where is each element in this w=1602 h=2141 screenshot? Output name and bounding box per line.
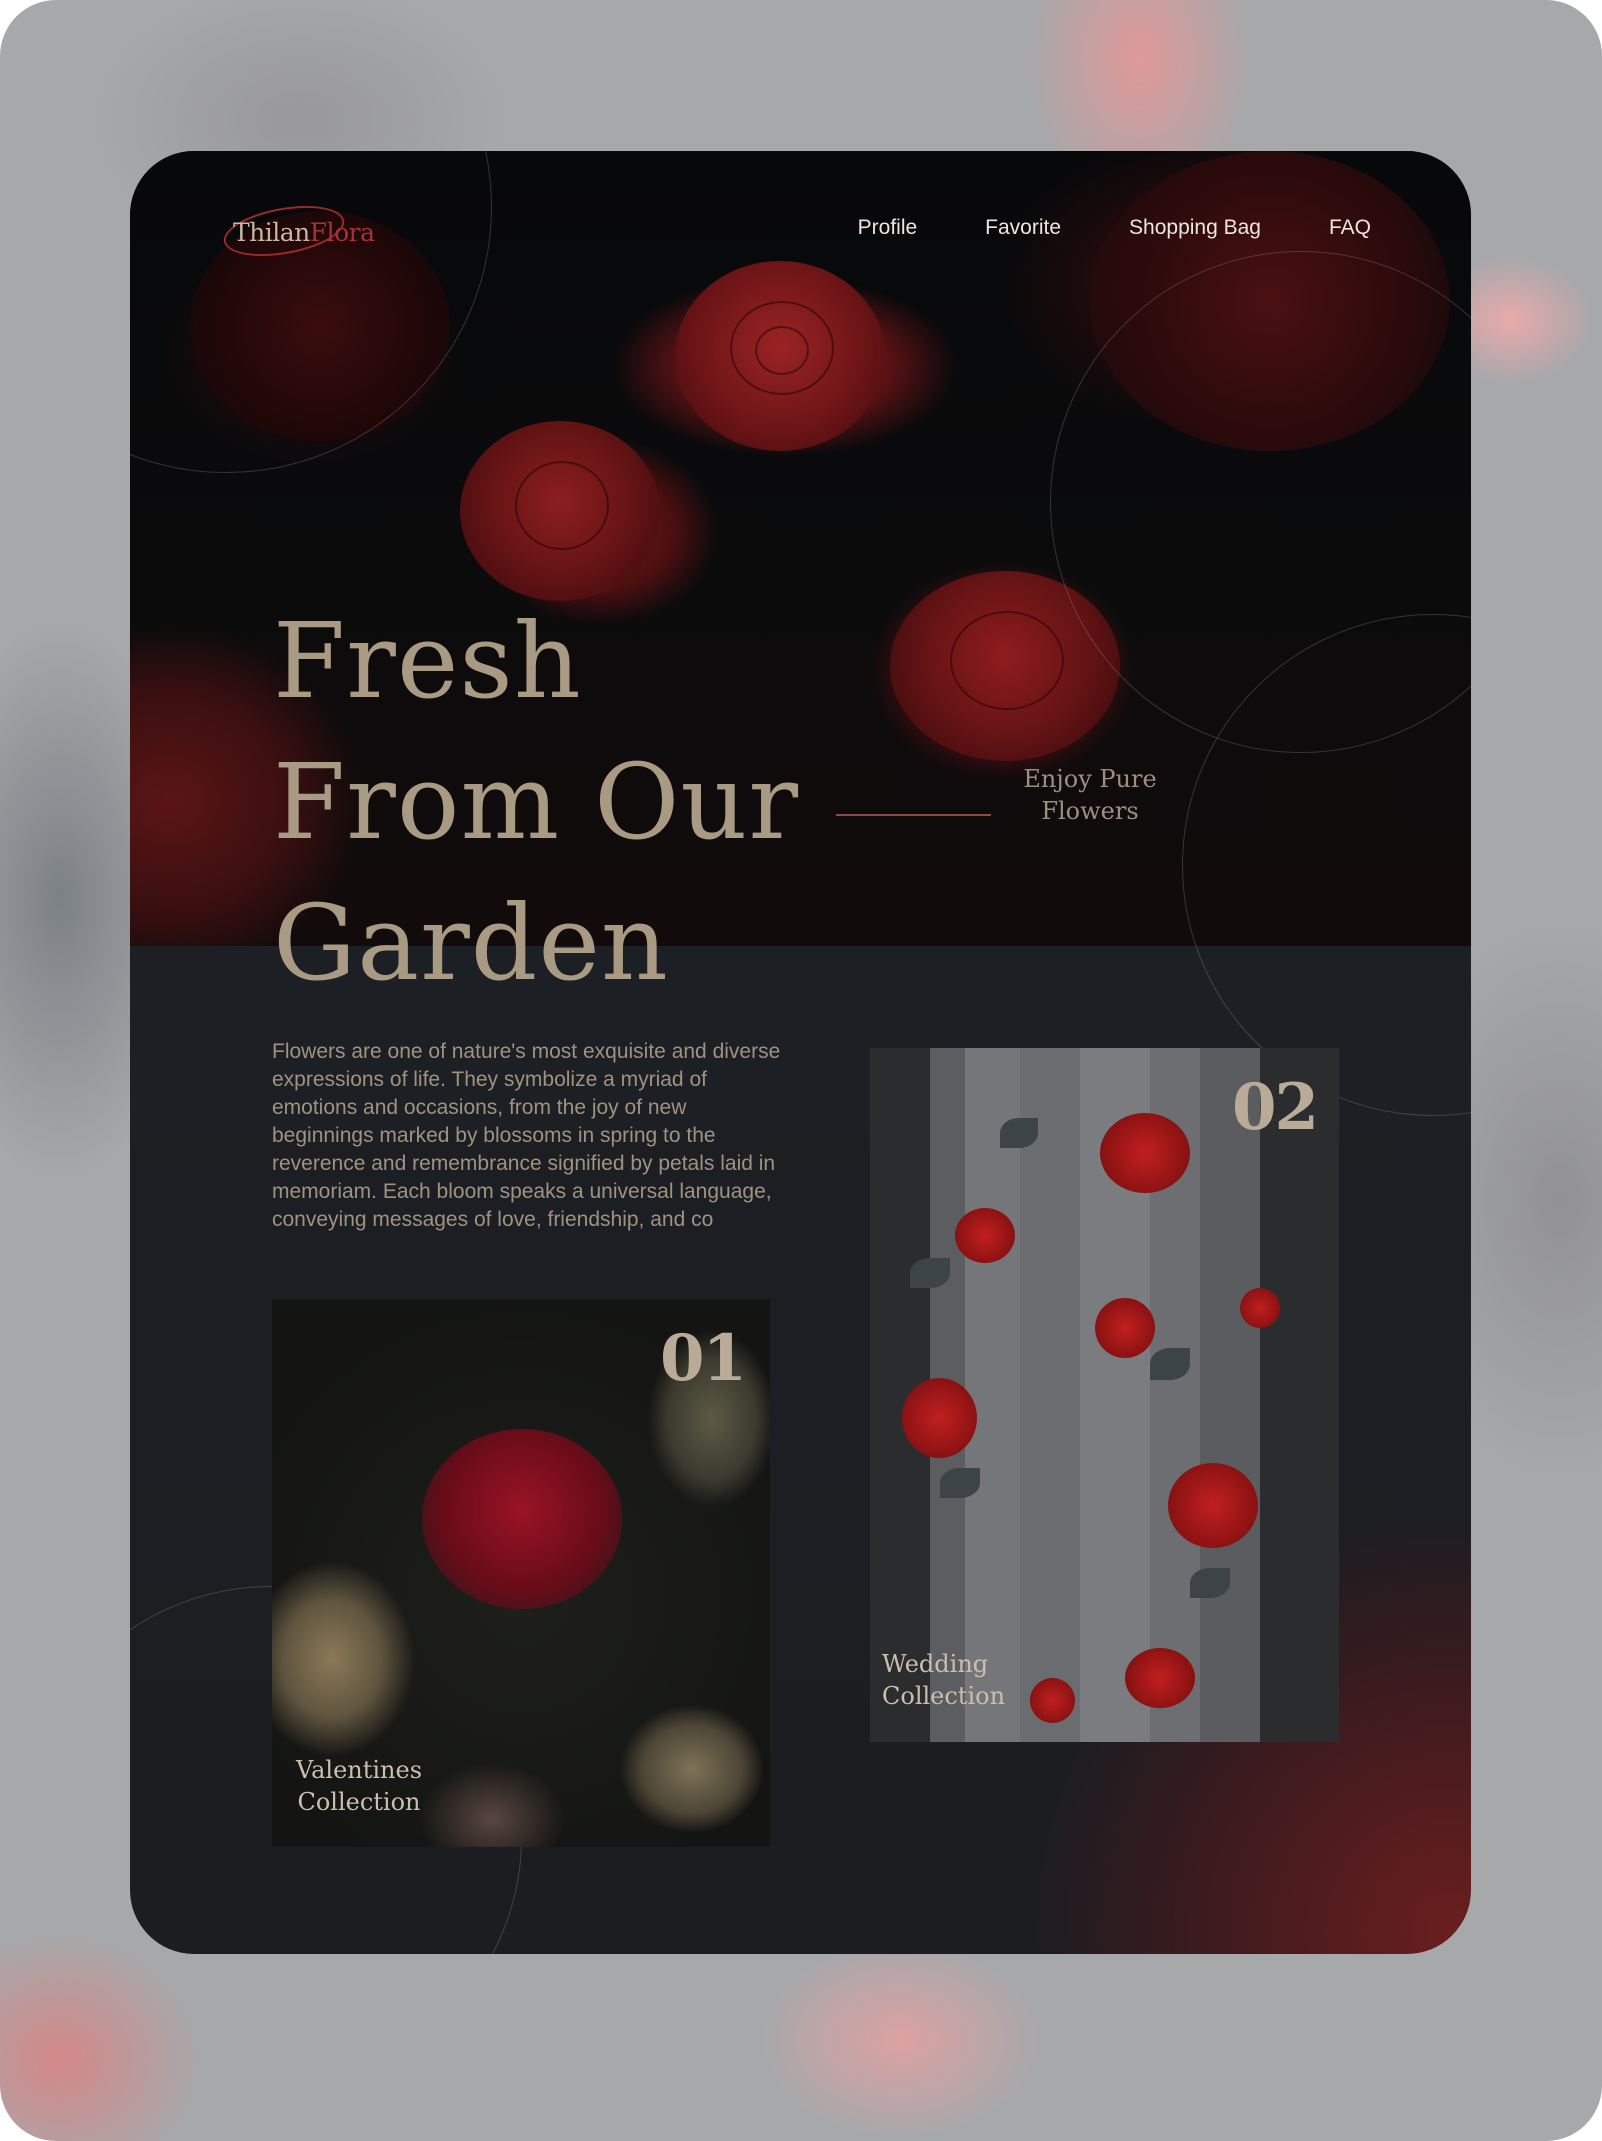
headline-line: From Our	[273, 741, 800, 863]
rose-bloom	[902, 1378, 977, 1458]
wedding-collection-card[interactable]: 02 Wedding Collection	[870, 1048, 1339, 1742]
valentines-collection-card[interactable]: 01 Valentines Collection	[272, 1299, 770, 1847]
collection-label-line: Wedding	[882, 1650, 989, 1678]
tagline-line: Enjoy Pure	[1023, 765, 1157, 793]
rose-bloom	[1168, 1463, 1258, 1548]
nav-profile[interactable]: Profile	[858, 216, 918, 240]
landing-card: ThilanFlora Profile Favorite Shopping Ba…	[130, 151, 1471, 1954]
leaf-shape	[1000, 1118, 1038, 1148]
logo-text: ThilanFlora	[233, 218, 375, 247]
tagline-divider	[836, 814, 991, 816]
rose-petal	[515, 461, 609, 550]
rose-petal	[950, 611, 1064, 710]
rose-bloom	[955, 1208, 1015, 1263]
leaf-shape	[1190, 1568, 1230, 1598]
rose-bloom	[422, 1429, 622, 1609]
logo-part1: Thilan	[233, 218, 310, 247]
nav-shopping-bag[interactable]: Shopping Bag	[1129, 216, 1261, 240]
collection-label-line: Valentines	[295, 1756, 423, 1784]
collection-label-line: Collection	[882, 1682, 1006, 1710]
rose-petal	[755, 326, 809, 375]
hero-tagline: Enjoy Pure Flowers	[1010, 763, 1170, 827]
rose-bloom	[1100, 1113, 1190, 1193]
brand-logo[interactable]: ThilanFlora	[219, 197, 383, 265]
leaf-shape	[940, 1468, 980, 1498]
leaf-shape	[910, 1258, 950, 1288]
rose-bloom	[1240, 1288, 1280, 1328]
hero-headline: Fresh From Our Garden	[273, 591, 799, 1014]
collection-label: Valentines Collection	[284, 1754, 434, 1818]
main-nav: Profile Favorite Shopping Bag FAQ	[858, 216, 1371, 240]
collection-label: Wedding Collection	[882, 1648, 1006, 1712]
rose-bloom	[1095, 1298, 1155, 1358]
nav-faq[interactable]: FAQ	[1329, 216, 1371, 240]
collection-number: 02	[1232, 1070, 1319, 1145]
rose-bloom	[1125, 1648, 1195, 1708]
logo-part2: Flora	[309, 218, 375, 247]
nav-favorite[interactable]: Favorite	[985, 216, 1061, 240]
rose-bloom	[1030, 1678, 1075, 1723]
headline-line: Fresh	[273, 600, 582, 722]
collection-label-line: Collection	[297, 1788, 421, 1816]
collection-number: 01	[660, 1321, 747, 1396]
tagline-line: Flowers	[1041, 797, 1139, 825]
leaf-shape	[1150, 1348, 1190, 1380]
headline-line: Garden	[273, 882, 669, 1004]
intro-paragraph: Flowers are one of nature's most exquisi…	[272, 1040, 781, 1231]
